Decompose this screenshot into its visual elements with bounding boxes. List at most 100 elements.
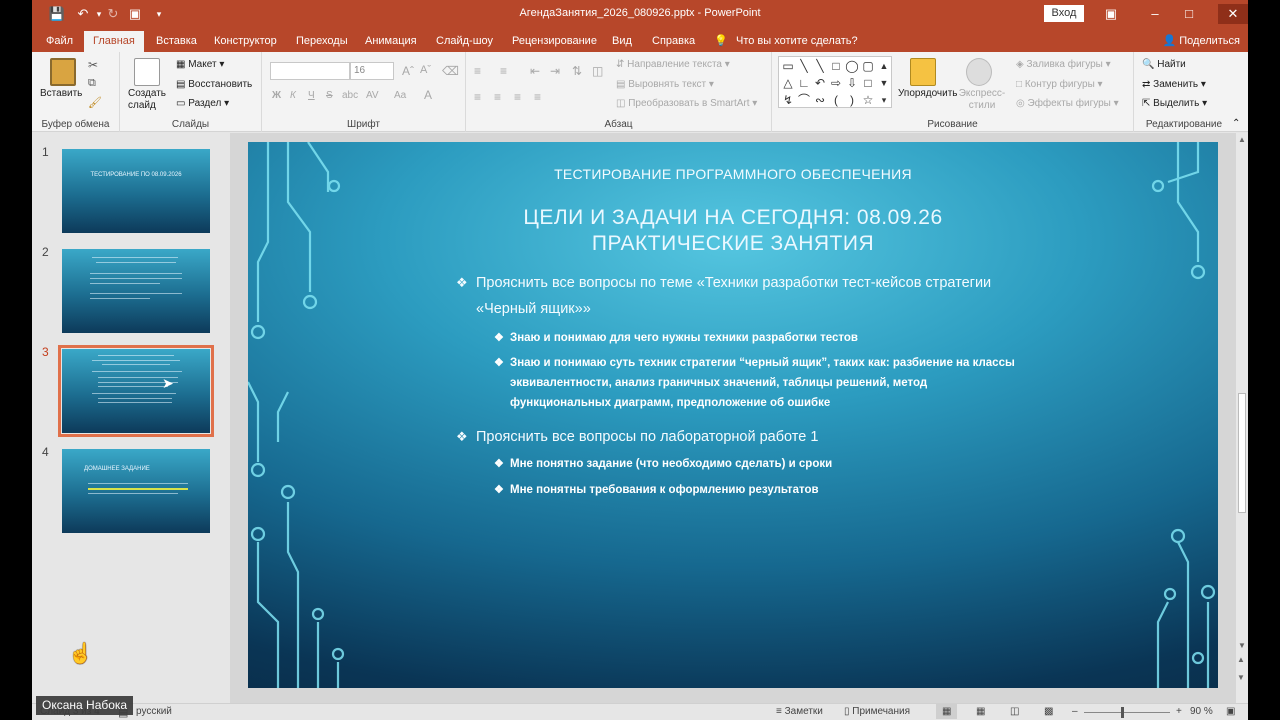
language-indicator[interactable]: русский bbox=[136, 706, 172, 717]
scroll-up-icon[interactable]: ▲ bbox=[1238, 135, 1246, 144]
maximize-icon[interactable]: □ bbox=[1174, 4, 1204, 24]
vertical-scrollbar[interactable]: ▲ ▼ ▲ ▼ bbox=[1236, 133, 1248, 703]
notes-button[interactable]: ≡ Заметки bbox=[776, 706, 823, 717]
cut-icon[interactable]: ✂ bbox=[88, 58, 102, 72]
strikethrough-button[interactable]: S bbox=[326, 90, 333, 101]
shadow-button[interactable]: abc bbox=[342, 90, 358, 101]
italic-button[interactable]: К bbox=[290, 90, 296, 101]
slide-thumbnail-2[interactable] bbox=[62, 249, 210, 333]
tab-file[interactable]: Файл bbox=[44, 31, 75, 52]
shape-wave-icon[interactable]: ∾ bbox=[813, 93, 827, 107]
quick-styles-icon[interactable] bbox=[966, 58, 992, 86]
quick-styles-button[interactable]: Экспресс-стили bbox=[958, 88, 1006, 112]
shape-bend-icon[interactable]: ↶ bbox=[813, 76, 827, 90]
shapes-gallery[interactable]: ▭ ╲ ╲ □ ◯ ▢ △ ∟ ↶ ⇨ ⇩ □ ↯ ⌒ ∾ ( ) ☆ ▲ ▼ bbox=[778, 56, 892, 108]
comments-button[interactable]: ▯ Примечания bbox=[844, 706, 910, 717]
tab-design[interactable]: Конструктор bbox=[212, 31, 279, 52]
bold-button[interactable]: Ж bbox=[272, 90, 281, 101]
justify-icon[interactable]: ≡ bbox=[534, 90, 541, 104]
clear-format-icon[interactable]: ⌫ bbox=[442, 64, 459, 78]
line-spacing-icon[interactable]: ⇅ bbox=[572, 64, 582, 78]
font-color-icon[interactable]: A bbox=[424, 88, 432, 102]
fit-to-window-icon[interactable]: ▣ bbox=[1226, 706, 1235, 717]
align-text-button[interactable]: ▤ Выровнять текст ▾ bbox=[616, 79, 714, 90]
change-case-button[interactable]: Aa bbox=[394, 90, 406, 101]
zoom-slider-thumb[interactable] bbox=[1121, 707, 1124, 718]
new-slide-button[interactable]: Создать слайд bbox=[128, 88, 170, 112]
tab-view[interactable]: Вид bbox=[610, 31, 634, 52]
shape-connector-icon[interactable]: ∟ bbox=[797, 76, 811, 90]
shape-arrow-right-icon[interactable]: ⇨ bbox=[829, 76, 843, 90]
underline-button[interactable]: Ч bbox=[308, 90, 315, 101]
shape-brace-left-icon[interactable]: ( bbox=[829, 93, 843, 107]
tab-review[interactable]: Рецензирование bbox=[510, 31, 599, 52]
copy-icon[interactable]: ⧉ bbox=[88, 77, 102, 91]
shape-brace-right-icon[interactable]: ) bbox=[845, 93, 859, 107]
close-icon[interactable]: ✕ bbox=[1218, 4, 1248, 24]
font-name-field[interactable] bbox=[270, 62, 350, 80]
next-slide-icon[interactable]: ▼ bbox=[1237, 673, 1245, 682]
text-direction-button[interactable]: ⇵ Направление текста ▾ bbox=[616, 59, 730, 70]
shapes-more-icon[interactable]: ▾ bbox=[877, 93, 891, 107]
numbering-icon[interactable]: ≡ bbox=[500, 64, 507, 78]
shape-line2-icon[interactable]: ╲ bbox=[813, 59, 827, 73]
layout-button[interactable]: ▦ Макет ▾ bbox=[176, 59, 224, 70]
select-button[interactable]: ⇱ Выделить ▾ bbox=[1142, 98, 1207, 109]
shape-fill-button[interactable]: ◈ Заливка фигуры ▾ bbox=[1016, 59, 1111, 70]
shape-oval-icon[interactable]: ◯ bbox=[845, 59, 859, 73]
shrink-font-icon[interactable]: Aˇ bbox=[420, 64, 431, 76]
shapes-scroll-down-icon[interactable]: ▼ bbox=[877, 76, 891, 90]
paste-icon[interactable] bbox=[50, 58, 76, 86]
grow-font-icon[interactable]: Aˆ bbox=[402, 64, 414, 78]
tab-home[interactable]: Главная bbox=[84, 31, 144, 52]
tell-me-input[interactable]: Что вы хотите сделать? bbox=[734, 31, 860, 52]
tab-transitions[interactable]: Переходы bbox=[294, 31, 350, 52]
decrease-indent-icon[interactable]: ⇤ bbox=[530, 64, 540, 78]
shape-curve-icon[interactable]: ↯ bbox=[781, 93, 795, 107]
shape-effects-button[interactable]: ◎ Эффекты фигуры ▾ bbox=[1016, 98, 1119, 109]
zoom-level[interactable]: 90 % bbox=[1190, 706, 1213, 717]
smartart-button[interactable]: ◫ Преобразовать в SmartArt ▾ bbox=[616, 98, 757, 109]
prev-slide-icon[interactable]: ▲ bbox=[1237, 655, 1245, 664]
shape-arc-icon[interactable]: ⌒ bbox=[797, 93, 811, 107]
zoom-in-icon[interactable]: + bbox=[1176, 706, 1182, 717]
normal-view-icon[interactable]: ▦ bbox=[936, 704, 958, 719]
slide-thumbnail-4[interactable]: ДОМАШНЕЕ ЗАДАНИЕ bbox=[62, 449, 210, 533]
bullets-icon[interactable]: ≡ bbox=[474, 64, 481, 78]
arrange-icon[interactable] bbox=[910, 58, 936, 86]
shapes-scroll-up-icon[interactable]: ▲ bbox=[877, 59, 891, 73]
slideshow-view-icon[interactable]: ▩ bbox=[1044, 706, 1053, 717]
current-slide[interactable]: ТЕСТИРОВАНИЕ ПРОГРАММНОГО ОБЕСПЕЧЕНИЯ ЦЕ… bbox=[248, 142, 1218, 688]
signin-button[interactable]: Вход bbox=[1044, 5, 1084, 22]
paste-button[interactable]: Вставить bbox=[40, 88, 82, 99]
replace-button[interactable]: ⇄ Заменить ▾ bbox=[1142, 79, 1206, 90]
columns-icon[interactable]: ◫ bbox=[592, 64, 603, 78]
char-spacing-button[interactable]: AV bbox=[366, 90, 379, 101]
section-button[interactable]: ▭ Раздел ▾ bbox=[176, 98, 229, 109]
minimize-icon[interactable]: – bbox=[1140, 4, 1170, 24]
ribbon-display-icon[interactable]: ▣ bbox=[1096, 4, 1126, 24]
format-painter-icon[interactable]: 🖌 bbox=[88, 96, 102, 110]
align-center-icon[interactable]: ≡ bbox=[494, 90, 501, 104]
arrange-button[interactable]: Упорядочить bbox=[898, 88, 958, 99]
new-slide-icon[interactable] bbox=[134, 58, 160, 86]
shape-triangle-icon[interactable]: △ bbox=[781, 76, 795, 90]
shape-flow-icon[interactable]: □ bbox=[861, 76, 875, 90]
tab-slideshow[interactable]: Слайд-шоу bbox=[434, 31, 495, 52]
scrollbar-thumb[interactable] bbox=[1238, 393, 1246, 513]
shape-textbox-icon[interactable]: ▭ bbox=[781, 59, 795, 73]
tab-help[interactable]: Справка bbox=[650, 31, 697, 52]
shape-arrow-down-icon[interactable]: ⇩ bbox=[845, 76, 859, 90]
reset-button[interactable]: ▤ Восстановить bbox=[176, 79, 252, 90]
collapse-ribbon-icon[interactable]: ⌃ bbox=[1232, 118, 1240, 129]
share-button[interactable]: 👤 Поделиться bbox=[1162, 31, 1240, 52]
shape-star-icon[interactable]: ☆ bbox=[861, 93, 875, 107]
shape-rect-icon[interactable]: □ bbox=[829, 59, 843, 73]
slide-thumbnail-1[interactable]: ТЕСТИРОВАНИЕ ПО 08.09.2026 bbox=[62, 149, 210, 233]
font-size-field[interactable]: 16 bbox=[350, 62, 394, 80]
shape-roundrect-icon[interactable]: ▢ bbox=[861, 59, 875, 73]
tab-animations[interactable]: Анимация bbox=[363, 31, 419, 52]
tab-insert[interactable]: Вставка bbox=[154, 31, 199, 52]
align-left-icon[interactable]: ≡ bbox=[474, 90, 481, 104]
slide-thumbnail-3[interactable]: ➤ bbox=[58, 345, 214, 437]
